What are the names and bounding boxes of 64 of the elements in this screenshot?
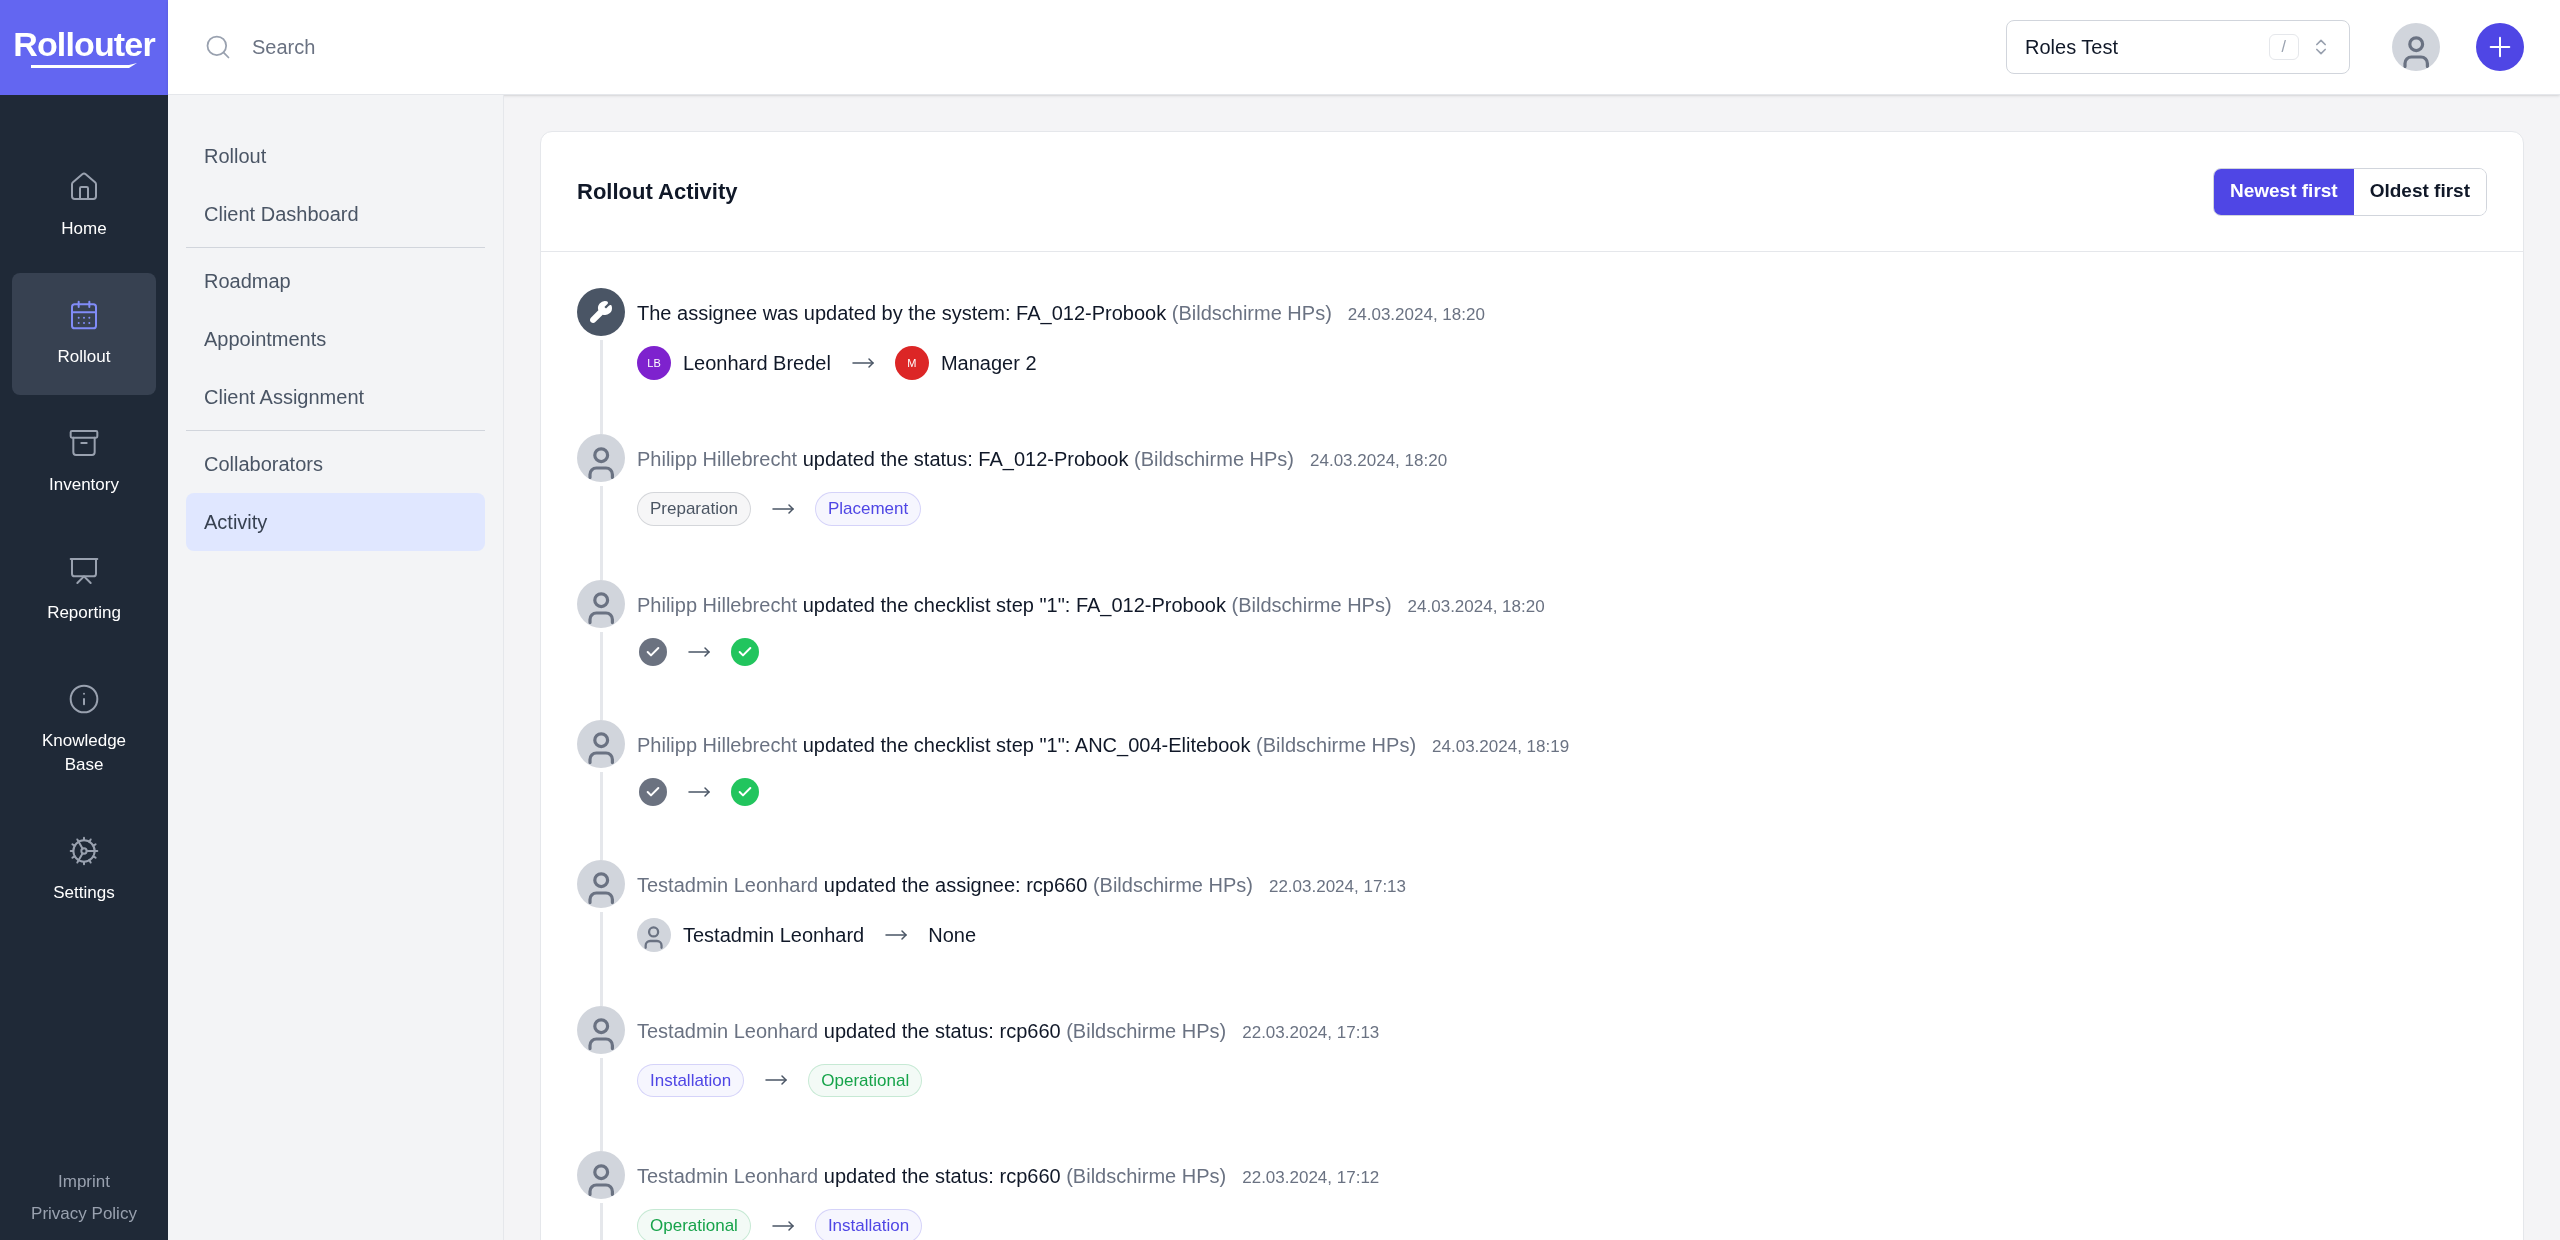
user-avatar xyxy=(577,1151,625,1199)
activity-description: Philipp Hillebrecht updated the checklist step "1": FA_012-Probook (Bildschirme HPs) xyxy=(637,592,1392,619)
footer-link[interactable]: Imprint xyxy=(58,1169,110,1195)
presentation-board-icon xyxy=(68,555,100,587)
activity-description: Philipp Hillebrecht updated the checklist step "1": ANC_004-Elitebook (Bildschirme HPs) xyxy=(637,732,1417,759)
nav-rail-item[interactable]: Inventory xyxy=(12,401,156,523)
activity-description: Philipp Hillebrecht updated the status: FA_012-Probook (Bildschirme HPs) xyxy=(637,447,1294,473)
activity-timestamp: 24.03.2024, 18:20 xyxy=(1347,304,1485,326)
initials-avatar: M xyxy=(894,346,929,380)
assignee-name: None xyxy=(928,922,977,948)
status-pill: Installation xyxy=(637,1063,745,1097)
shortcut-key: / xyxy=(2268,34,2299,60)
activity-timestamp: 24.03.2024, 18:19 xyxy=(1432,735,1570,758)
user-avatar xyxy=(577,859,625,908)
assignee-name: Testadmin Leonhard xyxy=(683,922,865,948)
status-pill: Installation xyxy=(814,1209,923,1240)
status-pill: Preparation xyxy=(637,492,751,526)
logo[interactable]: Rollouter xyxy=(0,0,168,95)
subnav-item[interactable]: Client Dashboard xyxy=(186,185,485,243)
info-icon xyxy=(68,683,100,715)
activity-description: Testadmin Leonhard updated the assignee: rcp660 (Bildschirme HPs) xyxy=(637,872,1253,898)
nav-rail-item[interactable]: Rollout xyxy=(12,273,156,395)
activity-timestamp: 22.03.2024, 17:13 xyxy=(1242,1021,1380,1044)
activity-timestamp: 22.03.2024, 17:12 xyxy=(1242,1167,1380,1189)
settings-icon xyxy=(68,835,100,867)
user-avatar xyxy=(577,579,625,628)
user-avatar xyxy=(577,434,625,482)
activity-timestamp: 22.03.2024, 17:13 xyxy=(1268,875,1406,898)
user-avatar xyxy=(2392,23,2440,71)
nav-rail-item[interactable]: Settings xyxy=(12,809,156,931)
footer-link[interactable]: Privacy Policy xyxy=(31,1200,137,1226)
user-avatar xyxy=(577,719,625,768)
activity-timestamp: 24.03.2024, 18:20 xyxy=(1407,595,1545,618)
activity-description: Testadmin Leonhard updated the status: rcp660 (Bildschirme HPs) xyxy=(637,1164,1227,1189)
archive-box-icon xyxy=(68,427,100,459)
status-pill: Operational xyxy=(637,1209,751,1240)
sort-toggle[interactable]: Newest first xyxy=(2214,168,2354,215)
nav-rail-item[interactable]: Home xyxy=(12,145,156,267)
activity-description: The assignee was updated by the system: FA_012-Probook (Bildschirme HPs) xyxy=(637,301,1332,327)
subnav-item[interactable]: Collaborators xyxy=(186,435,485,493)
activity-description: Testadmin Leonhard updated the status: rcp660 (Bildschirme HPs) xyxy=(637,1018,1227,1044)
wrench-icon xyxy=(577,288,625,336)
card-title: Rollout Activity xyxy=(577,178,739,206)
status-pill: Placement xyxy=(814,492,922,526)
home-icon xyxy=(68,171,100,203)
activity-timestamp: 24.03.2024, 18:20 xyxy=(1310,450,1448,472)
search-icon xyxy=(204,33,232,61)
subnav-item[interactable]: Roadmap xyxy=(186,252,485,310)
user-avatar xyxy=(637,917,671,952)
nav-rail-item[interactable]: Reporting xyxy=(12,529,156,651)
nav-rail-item[interactable]: Knowledge Base xyxy=(12,657,156,803)
subnav-item[interactable]: Client Assignment xyxy=(186,368,485,426)
project-select[interactable]: Roles Test / xyxy=(2006,20,2350,74)
calendar-icon xyxy=(68,299,100,331)
subnav-item[interactable]: Rollout xyxy=(186,127,485,185)
add-button[interactable] xyxy=(2476,23,2524,71)
assignee-name: Leonhard Bredel xyxy=(683,351,831,376)
user-avatar xyxy=(577,1005,625,1054)
subnav-item[interactable]: Appointments xyxy=(186,310,485,368)
search-field[interactable]: Search xyxy=(252,32,2006,62)
initials-avatar: LB xyxy=(637,346,671,380)
assignee-name: Manager 2 xyxy=(940,351,1037,376)
subnav-item[interactable]: Activity xyxy=(186,493,485,551)
status-pill: Operational xyxy=(808,1063,923,1097)
